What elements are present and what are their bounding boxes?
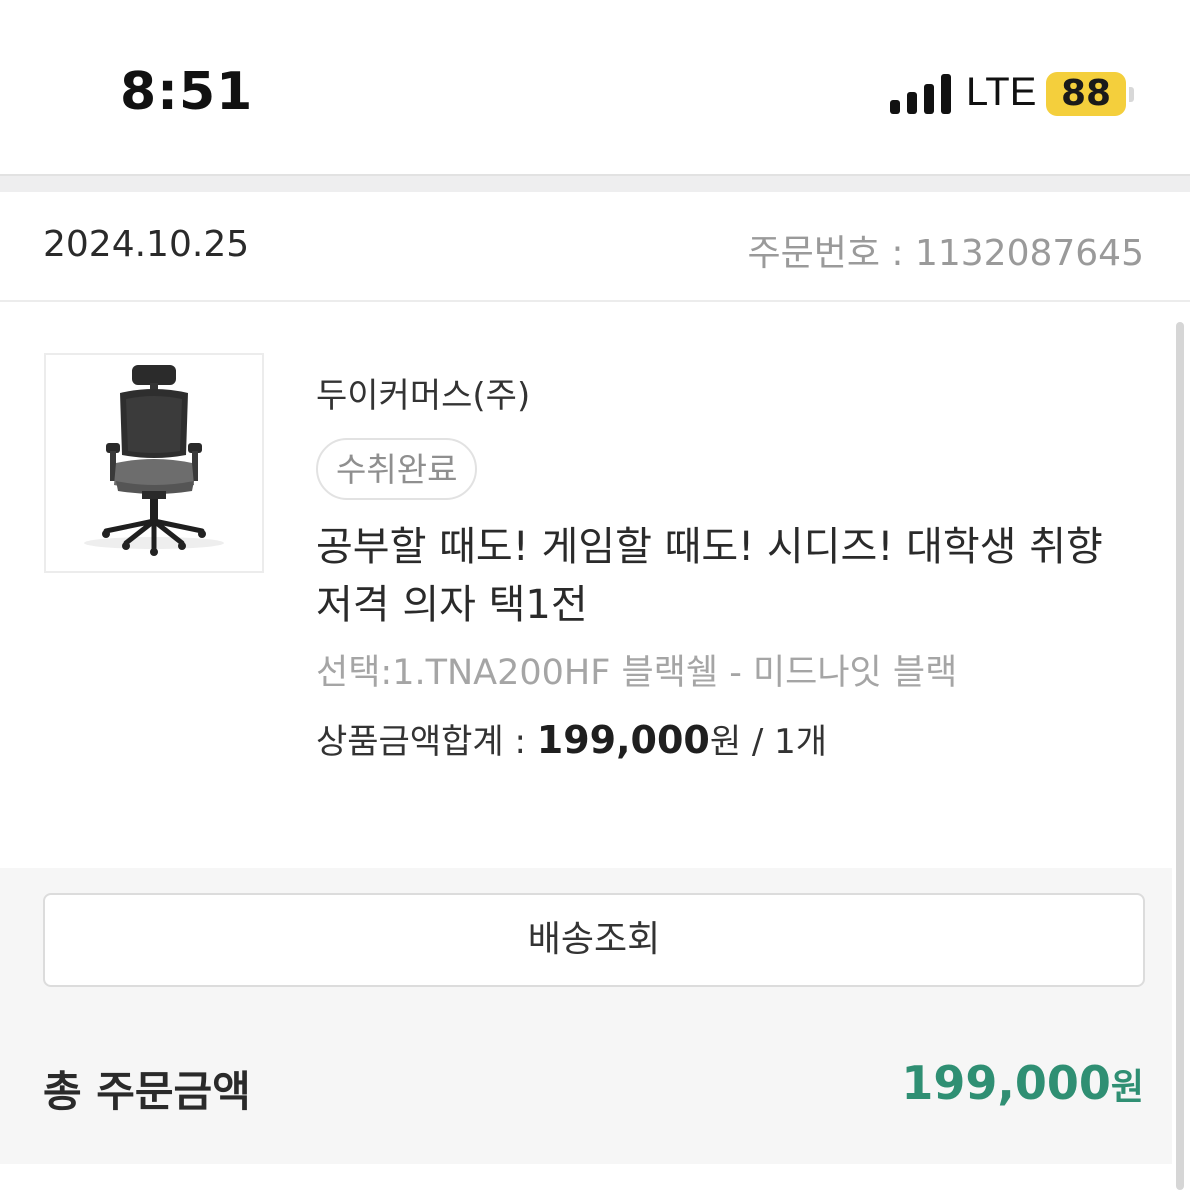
battery-icon: 88	[1046, 72, 1126, 116]
delivery-tracking-button[interactable]: 배송조회	[43, 893, 1145, 987]
scrollbar[interactable]	[1176, 322, 1184, 1190]
battery-cap	[1129, 87, 1134, 102]
office-chair-image	[84, 365, 224, 556]
status-badge: 수취완료	[316, 438, 478, 500]
price-unit: 원	[709, 722, 742, 762]
product-option: 선택:1.TNA200HF 블랙쉘 - 미드나잇 블랙	[316, 653, 958, 693]
order-date: 2024.10.25	[43, 224, 250, 265]
product-quantity: / 1개	[741, 722, 828, 762]
total-label: 총 주문금액	[43, 1067, 251, 1116]
seller-name: 두이커머스(주)	[316, 376, 531, 416]
network-type: LTE	[966, 70, 1037, 114]
total-unit: 원	[1110, 1067, 1144, 1108]
product-image[interactable]	[44, 353, 264, 573]
status-bar: 8:51 LTE 88	[0, 0, 1190, 174]
order-number: 주문번호 : 1132087645	[747, 233, 1144, 274]
total-value: 199,000	[901, 1056, 1111, 1110]
status-time: 8:51	[120, 62, 254, 122]
product-title[interactable]: 공부할 때도! 게임할 때도! 시디즈! 대학생 취향 저격 의자 택1전	[316, 518, 1136, 634]
battery-level: 88	[1060, 73, 1112, 114]
price-value: 199,000	[536, 718, 710, 762]
total-amount: 199,000원	[901, 1056, 1144, 1110]
section-divider	[0, 174, 1190, 192]
product-price-line: 상품금액합계 : 199,000원 / 1개	[316, 714, 827, 763]
signal-bars-icon	[890, 74, 954, 114]
bottom-spacer	[0, 1164, 1172, 1190]
price-label: 상품금액합계 :	[316, 722, 537, 762]
